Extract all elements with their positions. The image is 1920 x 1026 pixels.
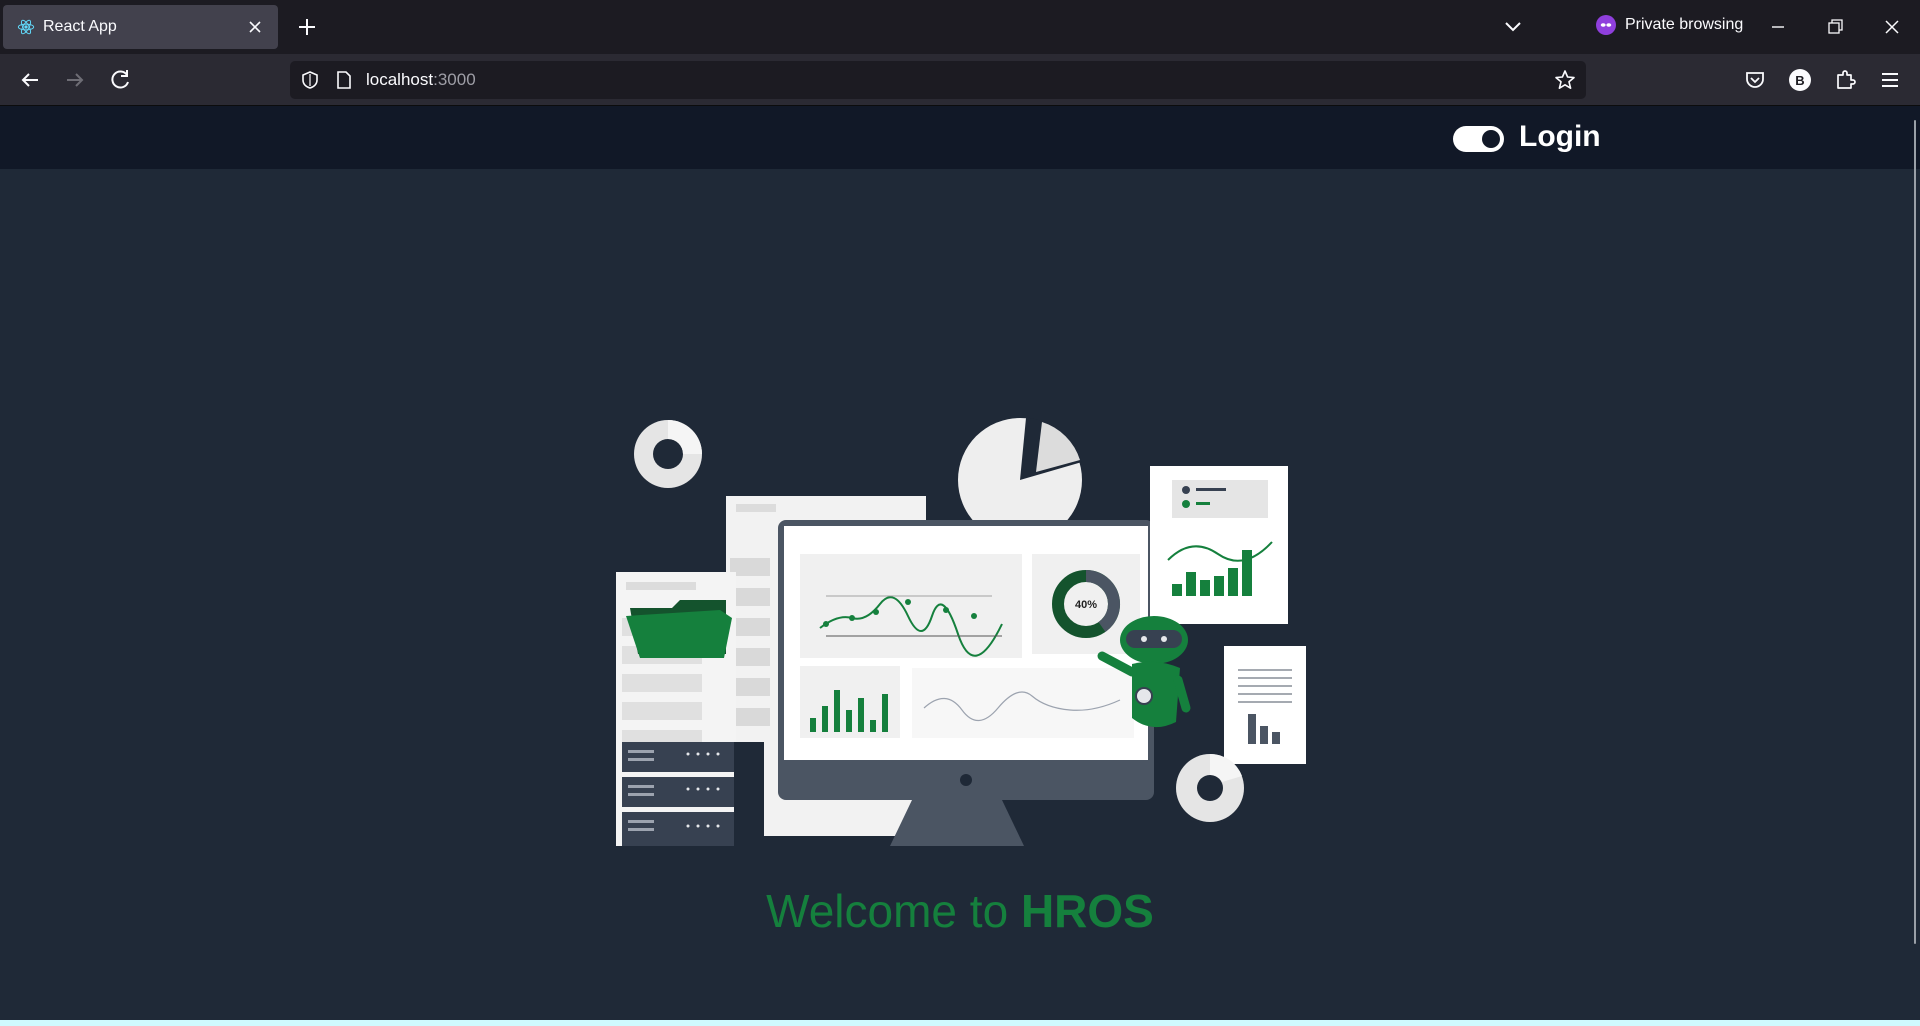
page-icon[interactable] (335, 70, 353, 90)
theme-toggle[interactable] (1453, 126, 1504, 152)
monitor-icon: 40% (778, 520, 1154, 846)
page-scrollbar[interactable] (1914, 120, 1916, 944)
private-mask-icon (1596, 15, 1616, 35)
donut-decoration-icon (634, 420, 702, 488)
new-tab-icon[interactable] (294, 13, 320, 41)
browser-tab-bar: React App Private browsing (0, 0, 1920, 54)
forward-arrow-icon[interactable] (61, 66, 89, 94)
browser-tab-active[interactable]: React App (3, 5, 278, 49)
close-tab-icon[interactable] (246, 19, 264, 35)
folder-icon (626, 600, 732, 658)
browser-nav-bar: localhost:3000 B (0, 54, 1920, 106)
private-browsing-indicator: Private browsing (1596, 15, 1743, 35)
brand-name: HROS (1020, 885, 1154, 937)
url-port: :3000 (433, 70, 476, 89)
toggle-knob (1482, 130, 1500, 148)
hero-donut-label: 40% (1075, 599, 1097, 611)
close-window-icon[interactable] (1877, 12, 1907, 42)
pocket-icon[interactable] (1741, 66, 1769, 94)
url-host: localhost (366, 70, 434, 89)
minimize-icon[interactable] (1763, 12, 1793, 42)
donut-decoration-icon-2 (1176, 753, 1244, 822)
restore-icon[interactable] (1820, 12, 1850, 42)
report-document-icon (1150, 466, 1288, 624)
tab-title: React App (43, 18, 117, 35)
chevron-down-icon[interactable] (1500, 14, 1526, 40)
welcome-text: Welcome to (766, 885, 1021, 937)
address-bar[interactable]: localhost:3000 (290, 61, 1586, 99)
account-avatar-icon[interactable]: B (1789, 69, 1811, 91)
bottom-accent-line (0, 1020, 1920, 1026)
document-icon (1224, 646, 1306, 764)
bookmark-star-icon[interactable] (1554, 69, 1576, 91)
app-header: Login (0, 106, 1920, 169)
server-rack-icon (622, 742, 764, 846)
back-arrow-icon[interactable] (16, 66, 44, 94)
hero-illustration: 40% (616, 418, 1306, 846)
login-button[interactable]: Login (1519, 120, 1601, 154)
page-content: Login 40% Welcome to HROS (0, 106, 1920, 1026)
react-icon (17, 19, 35, 35)
private-browsing-label: Private browsing (1625, 16, 1744, 33)
hamburger-menu-icon[interactable] (1876, 66, 1904, 94)
shield-icon[interactable] (300, 70, 320, 90)
url-text[interactable]: localhost:3000 (366, 70, 476, 90)
reload-icon[interactable] (106, 66, 134, 94)
welcome-heading: Welcome to HROS (0, 884, 1920, 938)
extensions-icon[interactable] (1831, 66, 1859, 94)
